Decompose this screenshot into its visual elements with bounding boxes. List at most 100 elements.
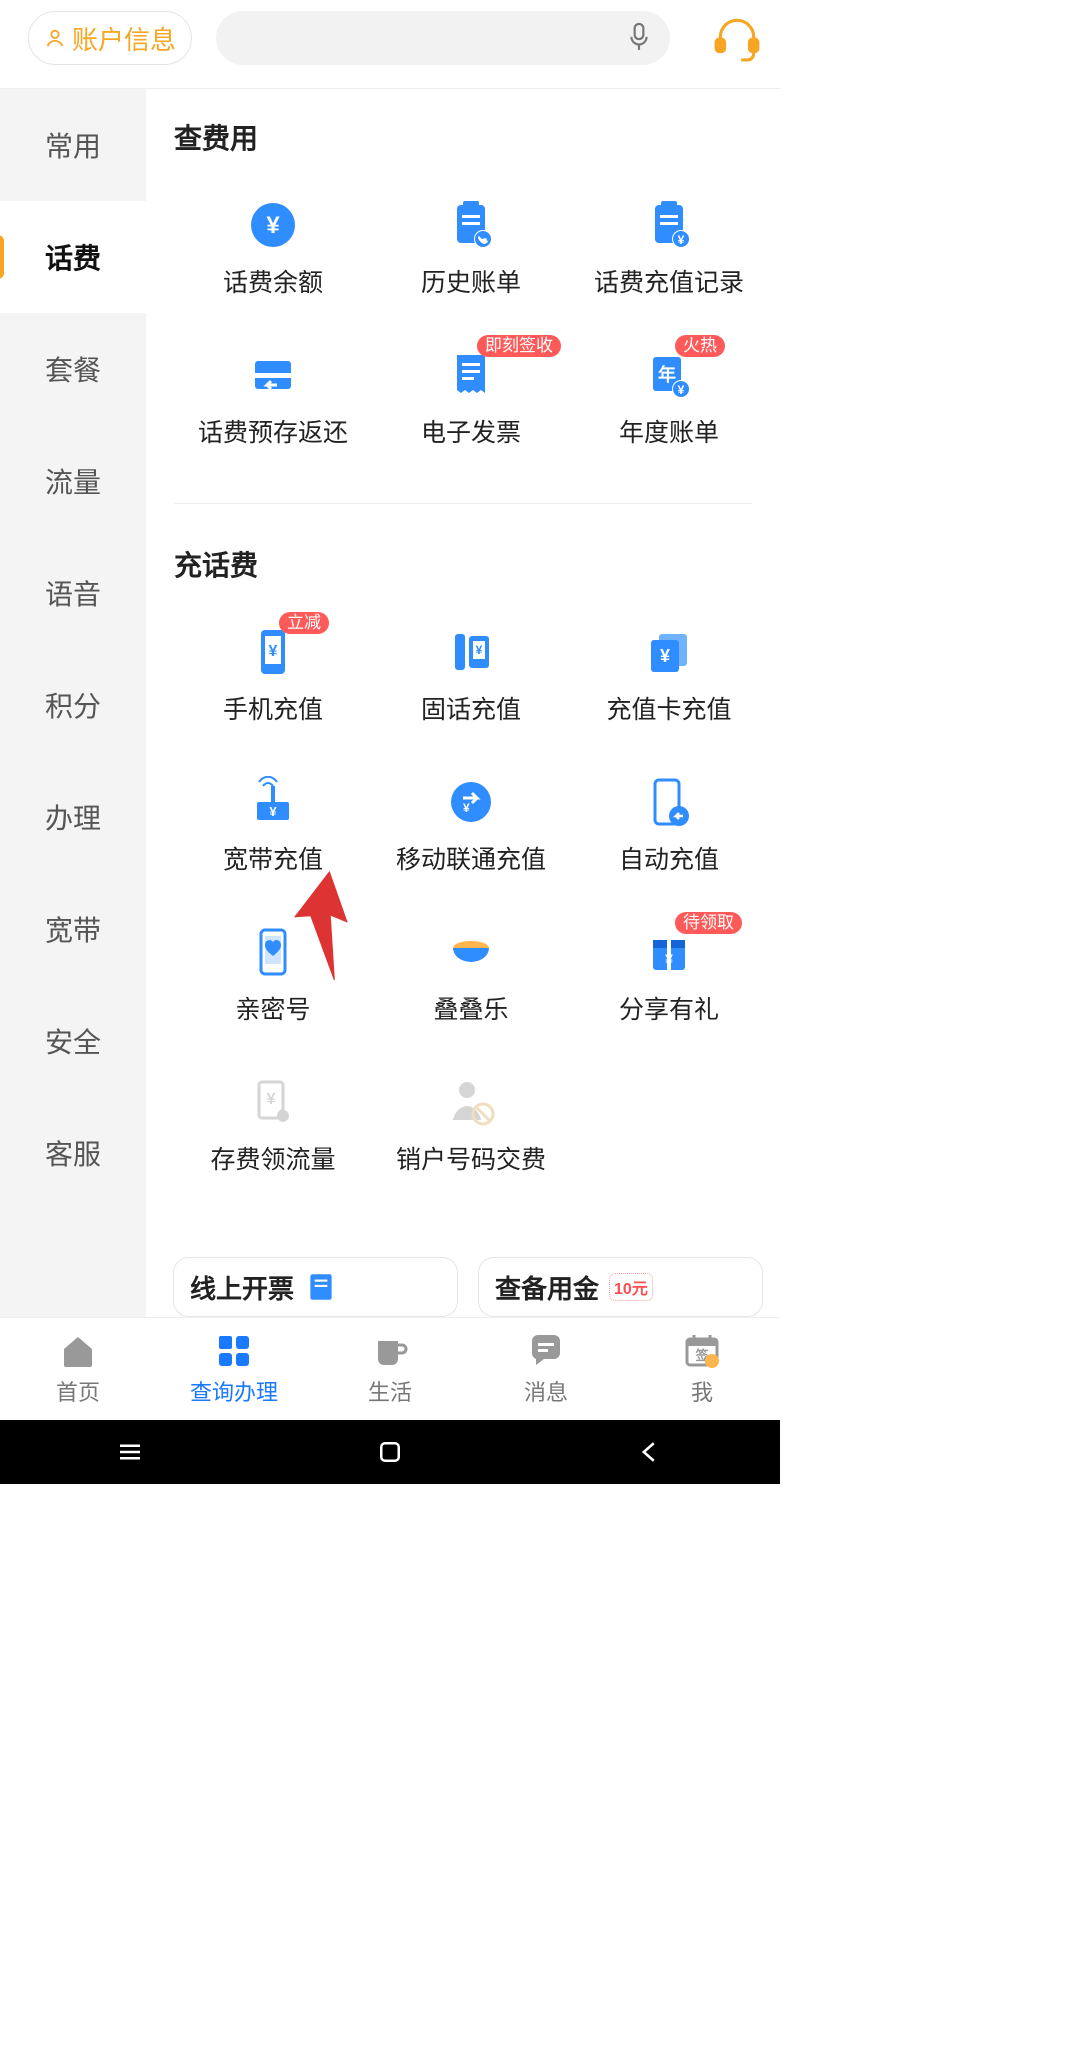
grid-item[interactable]: 叠叠乐	[372, 920, 570, 1070]
grid-item-label: 分享有礼	[619, 990, 719, 1026]
sidebar-item-4[interactable]: 语音	[0, 537, 146, 649]
grid-item-label: 电子发票	[421, 413, 521, 449]
back-button[interactable]	[635, 1437, 665, 1467]
svg-text:¥: ¥	[665, 951, 673, 967]
person-block-icon	[445, 1076, 497, 1128]
sidebar-item-0[interactable]: 常用	[0, 89, 146, 201]
sidebar-item-9[interactable]: 客服	[0, 1097, 146, 1209]
grid-item-label: 话费充值记录	[594, 263, 744, 299]
sidebar-item-1[interactable]: 话费	[0, 201, 146, 313]
badge: 即刻签收	[477, 335, 561, 357]
svg-text:¥: ¥	[269, 643, 278, 660]
sidebar-item-8[interactable]: 安全	[0, 985, 146, 1097]
svg-text:¥: ¥	[269, 804, 277, 819]
divider	[174, 503, 752, 504]
sidebar-item-7[interactable]: 宽带	[0, 873, 146, 985]
section-title: 查费用	[174, 117, 780, 157]
invoice-icon	[304, 1270, 338, 1304]
bowl-icon	[445, 926, 497, 978]
tab-cal[interactable]: 签我	[624, 1318, 780, 1420]
section-title: 充话费	[174, 544, 780, 584]
yen-circle-icon: ¥	[247, 199, 299, 251]
grid-item[interactable]: 自动充值	[570, 770, 768, 920]
badge: 立减	[279, 612, 329, 634]
tab-label: 生活	[368, 1375, 412, 1407]
grid-item[interactable]: 亲密号	[174, 920, 372, 1070]
grid-item[interactable]: 历史账单	[372, 193, 570, 343]
promo-invoice[interactable]: 线上开票	[173, 1257, 458, 1317]
tab-label: 首页	[56, 1375, 100, 1407]
search-input[interactable]	[216, 11, 670, 65]
sidebar-item-2[interactable]: 套餐	[0, 313, 146, 425]
tab-grid[interactable]: 查询办理	[156, 1318, 312, 1420]
year-bill-icon: 年¥火热	[643, 349, 695, 401]
phone-yen-icon: ¥立减	[247, 626, 299, 678]
receipt-icon: 即刻签收	[445, 349, 497, 401]
sidebar-item-5[interactable]: 积分	[0, 649, 146, 761]
grid-item[interactable]: ¥宽带充值	[174, 770, 372, 920]
grid-item-label: 话费预存返还	[198, 413, 348, 449]
topbar: 账户信息	[0, 0, 780, 88]
grid-item-label: 叠叠乐	[433, 990, 508, 1026]
grid-item[interactable]: 即刻签收电子发票	[372, 343, 570, 493]
grid-item[interactable]: ¥ 充值卡充值	[570, 620, 768, 770]
badge: 待领取	[675, 912, 742, 934]
svg-text:¥: ¥	[660, 646, 670, 666]
promo-title: 查备用金	[495, 1269, 599, 1306]
phone-heart-icon	[247, 926, 299, 978]
grid-item-label: 历史账单	[421, 263, 521, 299]
tab-label: 我	[691, 1375, 713, 1407]
grid-item[interactable]: ¥ 移动联通充值	[372, 770, 570, 920]
tab-bar: 首页 查询办理 生活 消息签我	[0, 1317, 780, 1420]
svg-text:¥: ¥	[678, 233, 685, 247]
grid-item-label: 充值卡充值	[606, 690, 731, 726]
customer-service-icon[interactable]	[712, 12, 762, 62]
router-yen-icon: ¥	[247, 776, 299, 828]
svg-text:¥: ¥	[476, 643, 483, 657]
svg-text:¥: ¥	[463, 801, 470, 815]
tab-home[interactable]: 首页	[0, 1318, 156, 1420]
grid-item-label: 固话充值	[421, 690, 521, 726]
grid: ¥立减手机充值¥固话充值¥充值卡充值¥宽带充值¥移动联通充值自动充值亲密号叠叠乐…	[174, 620, 780, 1220]
promo-row: 线上开票 查备用金 10元	[173, 1257, 763, 1317]
tab-chat[interactable]: 消息	[468, 1318, 624, 1420]
grid-item-label: 销户号码交费	[396, 1140, 546, 1176]
home-button[interactable]	[375, 1437, 405, 1467]
grid-item[interactable]: ¥存费领流量	[174, 1070, 372, 1220]
grid-item-label: 亲密号	[235, 990, 310, 1026]
account-info-button[interactable]: 账户信息	[28, 11, 192, 65]
sidebar-item-6[interactable]: 办理	[0, 761, 146, 873]
mic-icon[interactable]	[626, 21, 652, 55]
clipboard-phone-icon	[445, 199, 497, 251]
swap-circle-icon: ¥	[445, 776, 497, 828]
grid-item[interactable]: 销户号码交费	[372, 1070, 570, 1220]
sidebar-item-3[interactable]: 流量	[0, 425, 146, 537]
grid-item[interactable]: ¥立减手机充值	[174, 620, 372, 770]
promo-title: 线上开票	[190, 1269, 294, 1306]
grid-item[interactable]: 年¥火热年度账单	[570, 343, 768, 493]
clipboard-yen-icon: ¥	[643, 199, 695, 251]
grid-item-label: 手机充值	[223, 690, 323, 726]
promo-reserve[interactable]: 查备用金 10元	[478, 1257, 763, 1317]
badge: 火热	[675, 335, 725, 357]
content: 查费用¥话费余额历史账单¥话费充值记录话费预存返还即刻签收电子发票年¥火热年度账…	[146, 89, 780, 1317]
gift-yen-icon: ¥待领取	[643, 926, 695, 978]
grid-item[interactable]: ¥ 话费充值记录	[570, 193, 768, 343]
svg-text:¥: ¥	[267, 1091, 276, 1108]
grid-item-label: 年度账单	[619, 413, 719, 449]
tab-cup[interactable]: 生活	[312, 1318, 468, 1420]
grid-item-label: 自动充值	[619, 840, 719, 876]
grid-item[interactable]: ¥话费余额	[174, 193, 372, 343]
grid-item[interactable]: ¥ 固话充值	[372, 620, 570, 770]
grid-item[interactable]: ¥待领取分享有礼	[570, 920, 768, 1070]
phone-auto-icon	[643, 776, 695, 828]
grid-item-label: 移动联通充值	[396, 840, 546, 876]
tab-label: 查询办理	[190, 1375, 278, 1407]
promo-chip: 10元	[609, 1273, 653, 1301]
grid-item[interactable]: 话费预存返还	[174, 343, 372, 493]
card-return-icon	[247, 349, 299, 401]
recents-button[interactable]	[115, 1437, 145, 1467]
landline-icon: ¥	[445, 626, 497, 678]
user-icon	[44, 27, 66, 49]
system-nav	[0, 1420, 780, 1484]
